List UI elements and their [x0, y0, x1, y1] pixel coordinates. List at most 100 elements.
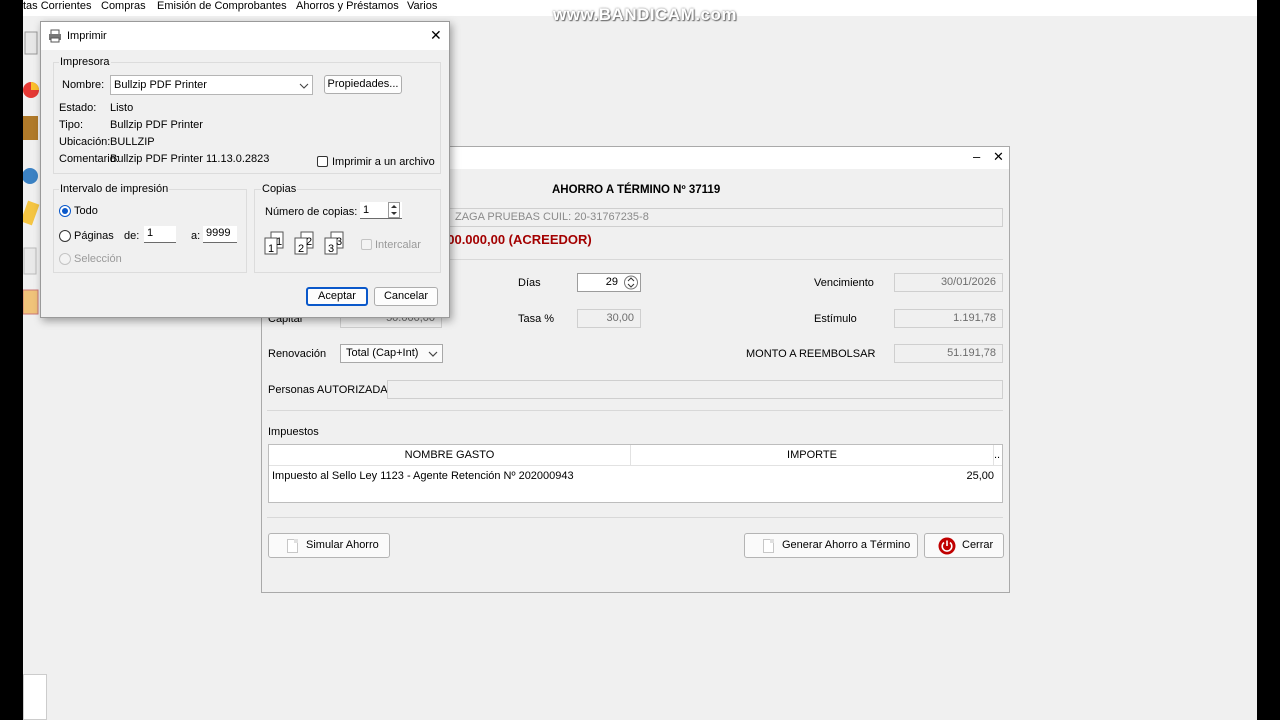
app-window: tas Corrientes Compras Emisión de Compro…: [20, 0, 1257, 720]
bottom-thumbnail: [23, 674, 47, 720]
estimulo-field: 1.191,78: [894, 309, 1003, 328]
todo-label: Todo: [74, 205, 98, 217]
separator: [267, 410, 1003, 411]
renovacion-select[interactable]: Total (Cap+Int): [340, 344, 443, 363]
tasa-label: Tasa %: [518, 313, 555, 325]
cerrar-label: Cerrar: [962, 539, 994, 551]
paginas-radio[interactable]: [59, 230, 71, 242]
simular-label: Simular Ahorro: [306, 539, 379, 551]
a-input[interactable]: 9999: [203, 226, 237, 243]
num-copias-spinner[interactable]: 1: [360, 202, 402, 219]
separator: [267, 517, 1003, 518]
left-black-bar: [0, 0, 23, 720]
svg-text:2: 2: [298, 243, 304, 255]
dias-value: 29: [605, 276, 618, 288]
comentario-value: Bullzip PDF Printer 11.13.0.2823: [110, 153, 270, 165]
ahorro-heading: AHORRO A TÉRMINO Nº 37119: [552, 184, 721, 196]
document-icon: [287, 539, 298, 553]
minimize-icon[interactable]: –: [973, 150, 980, 164]
personas-label: Personas AUTORIZADAS: [268, 384, 395, 396]
renovacion-value: Total (Cap+Int): [346, 347, 419, 359]
left-toolbar: [20, 26, 40, 322]
bandicam-watermark: www.BANDICAM.com: [553, 5, 737, 24]
header-importe[interactable]: IMPORTE: [631, 445, 994, 466]
ubicacion-value: BULLZIP: [110, 136, 155, 148]
todo-radio[interactable]: [59, 205, 71, 217]
cancelar-button[interactable]: Cancelar: [374, 287, 438, 306]
num-copias-label: Número de copias:: [265, 206, 358, 218]
copias-group-label: Copias: [261, 183, 298, 196]
cerrar-button[interactable]: Cerrar: [924, 533, 1004, 558]
header-more[interactable]: ..: [994, 445, 1002, 466]
menu-ahorros-prestamos[interactable]: Ahorros y Préstamos: [296, 0, 399, 13]
aceptar-button[interactable]: Aceptar: [306, 287, 368, 306]
estado-label: Estado:: [59, 102, 97, 114]
row-importe: 25,00: [966, 470, 994, 482]
intercalar-checkbox: [361, 239, 372, 250]
printer-select[interactable]: Bullzip PDF Printer: [110, 75, 313, 95]
monto-label: MONTO A REEMBOLSAR: [746, 348, 876, 360]
renovacion-label: Renovación: [268, 348, 327, 360]
menu-varios[interactable]: Varios: [407, 0, 437, 13]
spinner-arrows-icon[interactable]: [624, 275, 638, 290]
paginas-label: Páginas: [74, 230, 114, 242]
svg-text:3: 3: [336, 236, 342, 248]
a-label: a:: [191, 230, 201, 242]
chevron-down-icon: [428, 351, 438, 357]
svg-text:1: 1: [276, 236, 282, 248]
estimulo-label: Estímulo: [814, 313, 857, 325]
printer-select-value: Bullzip PDF Printer: [114, 79, 207, 91]
menu-cuentas-corrientes[interactable]: tas Corrientes: [23, 0, 91, 13]
tipo-value: Bullzip PDF Printer: [110, 119, 203, 131]
dialog-close-icon[interactable]: ✕: [430, 27, 442, 44]
simular-ahorro-button[interactable]: Simular Ahorro: [268, 533, 390, 558]
seleccion-label: Selección: [74, 253, 122, 265]
impuestos-table: NOMBRE GASTO IMPORTE .. Impuesto al Sell…: [268, 444, 1003, 503]
impuestos-label: Impuestos: [268, 426, 319, 438]
menu-emision-comprobantes[interactable]: Emisión de Comprobantes: [157, 0, 287, 13]
imprimir-archivo-label: Imprimir a un archivo: [332, 156, 435, 168]
collate-pages-icon: 1 1 2 2 3 3: [264, 231, 344, 255]
chevron-down-icon: [299, 83, 309, 89]
svg-text:1: 1: [268, 243, 274, 255]
printer-icon: [49, 29, 61, 43]
tipo-label: Tipo:: [59, 119, 84, 131]
nombre-label: Nombre:: [62, 79, 105, 91]
estado-value: Listo: [110, 102, 134, 114]
balance-text: 500.000,00 (ACREEDOR): [440, 232, 592, 247]
generar-label: Generar Ahorro a Término: [782, 539, 911, 551]
toolbar-icons: [20, 31, 40, 315]
row-nombre: Impuesto al Sello Ley 1123 - Agente Rete…: [272, 470, 574, 482]
seleccion-radio: [59, 253, 71, 265]
propiedades-button[interactable]: Propiedades...: [324, 75, 402, 94]
dias-label: Días: [518, 277, 541, 289]
num-copias-value: 1: [363, 204, 370, 216]
monto-field: 51.191,78: [894, 344, 1003, 363]
print-dialog-title: Imprimir: [67, 30, 107, 42]
spinner-arrows-icon[interactable]: [388, 202, 400, 218]
imprimir-archivo-checkbox[interactable]: [317, 156, 328, 167]
tasa-field: 30,00: [577, 309, 641, 328]
vencimiento-field: 30/01/2026: [894, 273, 1003, 292]
vencimiento-label: Vencimiento: [814, 277, 874, 289]
document-icon: [763, 539, 774, 553]
impresora-group-label: Impresora: [59, 56, 111, 69]
intervalo-group-label: Intervalo de impresión: [59, 183, 170, 196]
menu-compras[interactable]: Compras: [101, 0, 146, 13]
close-icon[interactable]: ✕: [993, 150, 1004, 164]
ubicacion-label: Ubicación:: [59, 136, 111, 148]
svg-text:2: 2: [306, 236, 312, 248]
generar-ahorro-button[interactable]: Generar Ahorro a Término: [744, 533, 918, 558]
print-dialog: Imprimir ✕ Impresora Nombre: Bullzip PDF…: [40, 21, 450, 318]
de-input[interactable]: 1: [144, 226, 176, 243]
intercalar-label: Intercalar: [375, 239, 421, 251]
table-row[interactable]: Impuesto al Sello Ley 1123 - Agente Rete…: [269, 467, 1002, 485]
header-nombre-gasto[interactable]: NOMBRE GASTO: [269, 445, 631, 466]
svg-text:3: 3: [328, 243, 334, 255]
right-black-bar: [1257, 0, 1280, 720]
power-icon: [938, 537, 956, 555]
personas-field[interactable]: [387, 380, 1003, 399]
print-dialog-titlebar: Imprimir ✕: [41, 22, 449, 50]
dias-spinner[interactable]: 29: [577, 273, 641, 292]
de-label: de:: [124, 230, 140, 242]
